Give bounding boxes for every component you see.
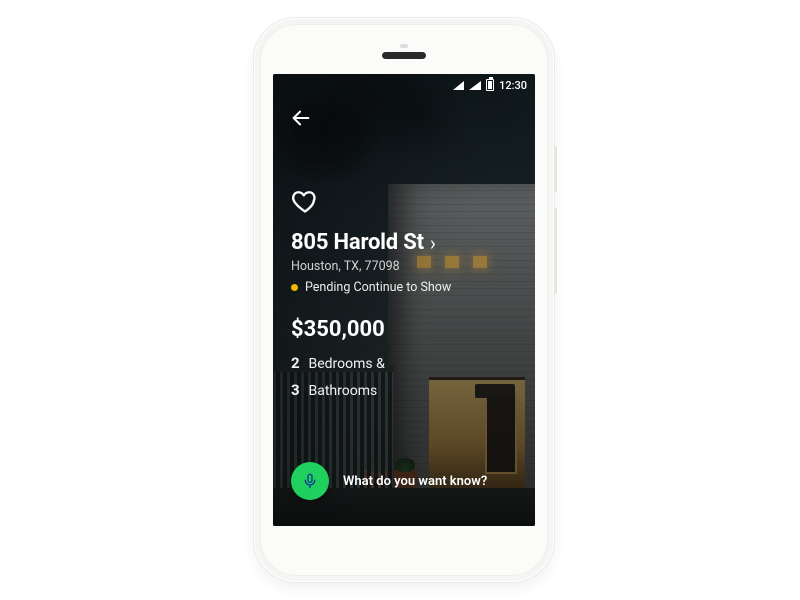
cell-signal-icon (469, 81, 481, 90)
address-line2: Houston, TX, 77098 (291, 259, 517, 274)
price: $350,000 (291, 317, 517, 342)
status-bar: 12:30 (273, 74, 535, 96)
battery-icon (486, 79, 494, 91)
volume-button[interactable] (554, 208, 557, 294)
listing-status: Pending Continue to Show (291, 280, 517, 295)
voice-prompt: What do you want know? (291, 462, 517, 500)
microphone-icon (302, 473, 318, 489)
favorite-button[interactable] (291, 186, 321, 216)
status-time: 12:30 (499, 79, 527, 92)
chevron-right-icon: › (430, 233, 436, 253)
phone-frame: 12:30 805 Harold St › (254, 18, 554, 582)
listing-content: 805 Harold St › Houston, TX, 77098 Pendi… (291, 186, 517, 403)
voice-prompt-text: What do you want know? (343, 474, 487, 489)
rooms-summary: 2 Bedrooms & 3 Bathrooms (291, 350, 517, 403)
bedrooms-count: 2 (291, 350, 305, 376)
screen: 12:30 805 Harold St › (273, 74, 535, 526)
address-line1: 805 Harold St (291, 230, 424, 255)
arrow-left-icon (290, 107, 312, 129)
bedrooms-label: Bedrooms & (308, 356, 384, 372)
power-button[interactable] (554, 146, 557, 192)
phone-bezel: 12:30 805 Harold St › (260, 24, 548, 576)
wifi-icon (453, 81, 464, 90)
earpiece (382, 52, 426, 59)
address-row[interactable]: 805 Harold St › (291, 230, 517, 255)
bathrooms-label: Bathrooms (308, 383, 377, 399)
back-button[interactable] (287, 104, 315, 132)
heart-icon (291, 187, 319, 215)
voice-button[interactable] (291, 462, 329, 500)
status-dot-icon (291, 284, 298, 291)
bathrooms-count: 3 (291, 377, 305, 403)
proximity-sensor (400, 44, 408, 48)
status-text: Pending Continue to Show (305, 280, 451, 295)
